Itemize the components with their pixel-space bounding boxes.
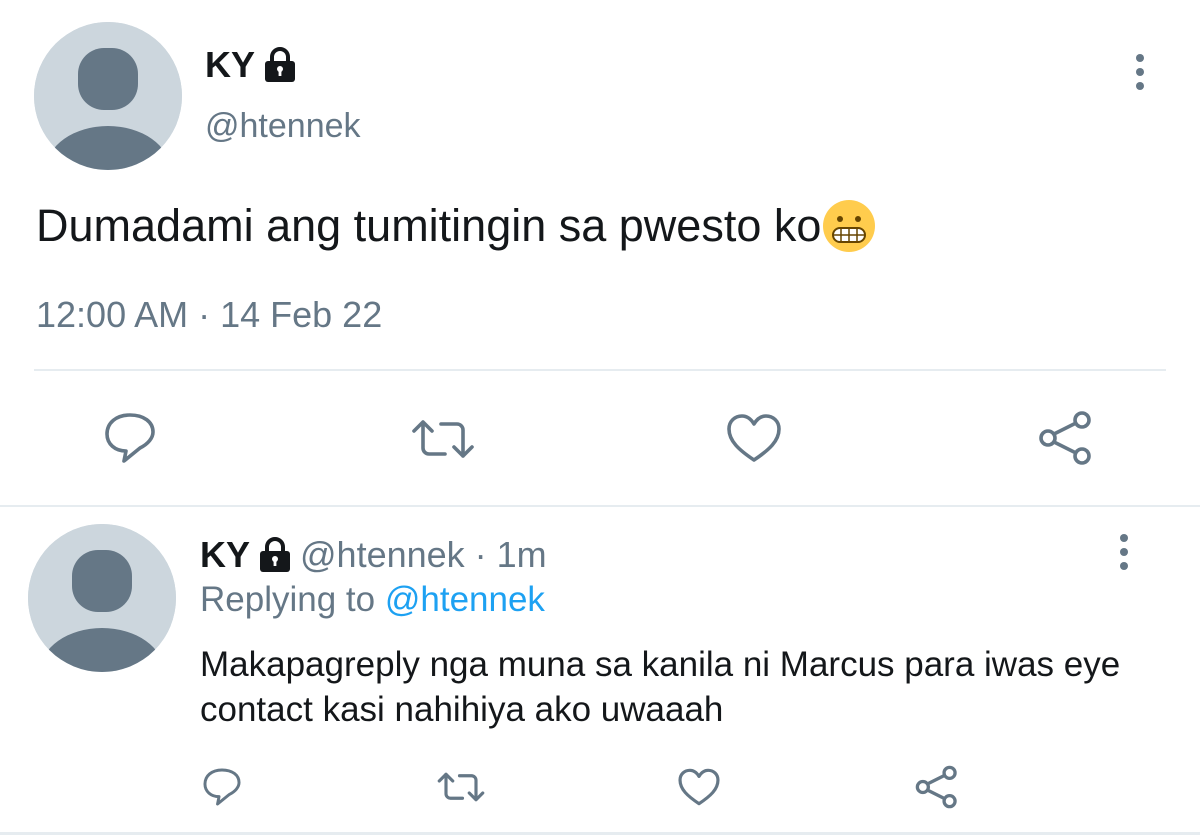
share-button[interactable] bbox=[1036, 410, 1096, 466]
tweet-timestamp[interactable]: 12:00 AM · 14 Feb 22 bbox=[36, 294, 382, 336]
retweet-icon bbox=[412, 420, 474, 458]
retweet-button[interactable] bbox=[410, 414, 476, 464]
default-avatar-icon bbox=[28, 524, 176, 672]
reply-button[interactable] bbox=[200, 765, 244, 809]
reply-icon bbox=[203, 768, 241, 806]
tweet-text: Dumadami ang tumitingin sa pwesto ko bbox=[36, 198, 877, 254]
heart-icon bbox=[678, 768, 720, 806]
share-icon bbox=[1039, 411, 1091, 465]
reply-tweet-text: Makapagreply nga muna sa kanila ni Marcu… bbox=[200, 645, 1121, 729]
avatar[interactable] bbox=[28, 524, 176, 672]
lock-icon bbox=[265, 47, 296, 82]
replying-to-label: Replying to bbox=[200, 580, 376, 619]
share-button[interactable] bbox=[914, 764, 960, 810]
divider bbox=[0, 505, 1200, 507]
reply-icon bbox=[105, 413, 155, 463]
lock-icon bbox=[260, 537, 291, 572]
grimacing-face-icon bbox=[823, 200, 876, 252]
default-avatar-icon bbox=[34, 22, 182, 170]
avatar[interactable] bbox=[34, 22, 182, 170]
replying-to-mention[interactable]: @htennek bbox=[385, 580, 545, 619]
heart-icon bbox=[727, 414, 781, 462]
display-name[interactable]: KY bbox=[205, 44, 255, 86]
retweet-button[interactable] bbox=[436, 767, 486, 807]
divider bbox=[34, 369, 1166, 371]
share-icon bbox=[915, 765, 957, 809]
like-button[interactable] bbox=[724, 412, 784, 464]
author-handle[interactable]: @htennek bbox=[205, 107, 361, 146]
reply-author-row[interactable]: KY @htennek · 1m bbox=[200, 534, 547, 576]
display-name[interactable]: KY bbox=[200, 534, 250, 576]
replying-to: Replying to @htennek bbox=[200, 580, 545, 620]
reply-button[interactable] bbox=[100, 410, 160, 466]
handle-and-time[interactable]: @htennek · 1m bbox=[300, 534, 547, 576]
like-button[interactable] bbox=[676, 766, 722, 808]
more-options-icon[interactable] bbox=[1122, 52, 1158, 92]
retweet-icon bbox=[437, 772, 485, 802]
divider bbox=[0, 832, 1200, 835]
more-options-icon[interactable] bbox=[1106, 532, 1142, 572]
tweet-text-content: Dumadami ang tumitingin sa pwesto ko bbox=[36, 200, 822, 251]
author-name-row[interactable]: KY bbox=[205, 44, 297, 86]
